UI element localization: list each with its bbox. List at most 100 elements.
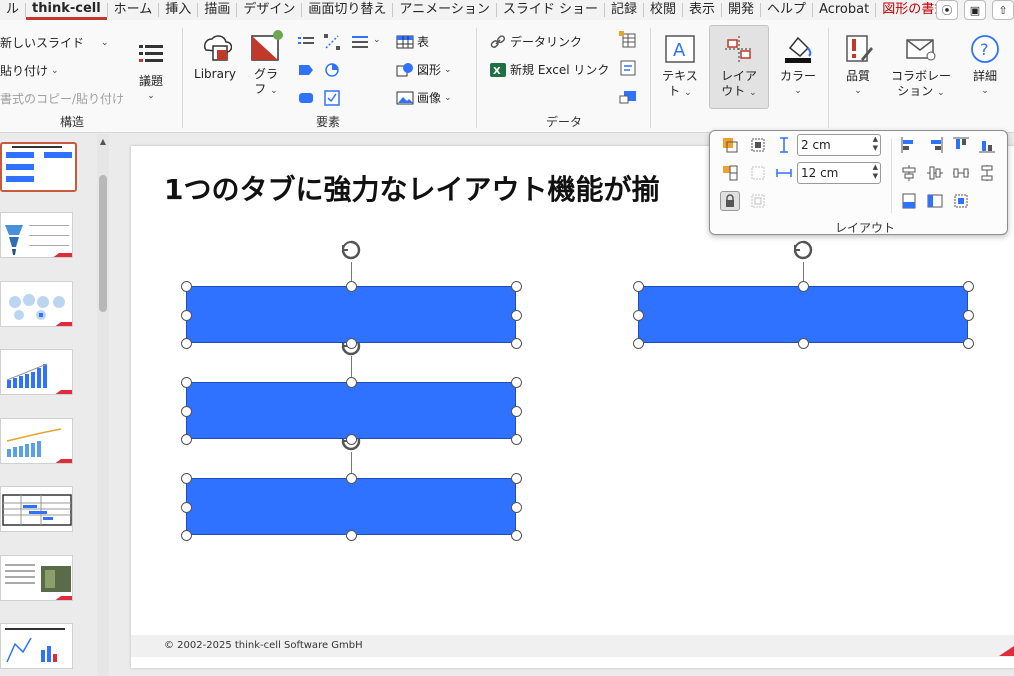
blue-rectangle-shape[interactable] [186,382,516,439]
resize-handle[interactable] [181,338,192,349]
blue-rectangle-shape[interactable] [638,286,968,343]
new-excel-link-button[interactable]: X 新規 Excel リンク [489,61,609,78]
tab-2[interactable]: ホーム [108,0,159,20]
tab-4[interactable]: 描画 [198,0,236,20]
copy-paste-format-button[interactable]: 書式のコピー/貼り付け [0,90,124,107]
align-center-vertical-icon[interactable] [925,163,945,183]
tab-5[interactable]: デザイン [237,0,301,20]
layout-button[interactable]: レイア ウト ⌄ [712,32,766,101]
tab-3[interactable]: 挿入 [159,0,197,20]
tab-6[interactable]: 画面切り替え [302,0,392,20]
spin-arrows-icon[interactable]: ▲ ▼ [873,135,878,153]
resize-handle[interactable] [181,530,192,541]
resize-handle[interactable] [181,309,192,321]
thumbnail-scrollbar-thumb[interactable] [99,175,107,312]
slide-thumbnail[interactable] [0,418,73,464]
align-top-icon[interactable] [951,135,971,155]
resize-handle[interactable] [511,434,522,445]
library-button[interactable]: Library [190,30,240,82]
resize-handle[interactable] [181,434,192,445]
resize-handle[interactable] [511,338,522,349]
color-button[interactable]: カラー ⌄ [774,32,822,99]
tab-9[interactable]: 記録 [605,0,643,20]
align-center-horizontal-icon[interactable] [899,163,919,183]
data-link-button[interactable]: データリンク [489,33,582,50]
resize-handle[interactable] [511,501,522,513]
resize-handle[interactable] [181,377,192,388]
table-button[interactable]: 表 [396,33,429,50]
resize-handle[interactable] [963,281,974,292]
resize-handle[interactable] [346,473,357,484]
agenda-button[interactable]: 議題 ⌄ [133,37,169,104]
align-right-icon[interactable] [925,135,945,155]
slide-thumbnail[interactable] [0,486,73,532]
group-disabled-icon[interactable] [748,191,768,211]
resize-handle[interactable] [963,338,974,349]
fit-to-content-icon[interactable] [748,135,768,155]
new-slide-button[interactable]: 新しいスライド ⌄ [0,34,109,51]
resize-handle[interactable] [346,530,357,541]
resize-handle[interactable] [798,338,809,349]
checkbox-icon[interactable] [322,88,342,108]
slide-thumbnail[interactable] [0,281,73,327]
resize-handle[interactable] [346,434,357,445]
resize-disabled-icon[interactable] [748,163,768,183]
tab-14[interactable]: Acrobat [813,0,875,20]
tab-7[interactable]: アニメーション [393,0,495,20]
resize-handle[interactable] [633,281,644,292]
lock-icon[interactable] [720,191,740,211]
fit-all-icon[interactable] [951,191,971,211]
slide-thumbnail[interactable] [0,212,73,258]
tab-11[interactable]: 表示 [683,0,721,20]
record-icon[interactable]: ⦿ [936,0,958,20]
slide-title[interactable]: 1つのタブに強力なレイアウト機能が揃 [164,168,660,208]
resize-handle[interactable] [511,377,522,388]
blue-rectangle-shape[interactable] [186,286,516,343]
spin-arrows-icon[interactable]: ▲ ▼ [873,163,878,181]
stretch-width-icon[interactable] [925,191,945,211]
data-sheet-icon[interactable] [618,30,638,50]
details-button[interactable]: ? 詳細 ⌄ [962,32,1008,99]
harvey-ball-icon[interactable] [322,60,342,80]
graph-button[interactable]: グラ フ ⌄ [246,30,286,99]
resize-handle[interactable] [181,501,192,513]
text-button[interactable]: A テキス ト ⌄ [656,32,704,101]
rounded-rect-icon[interactable] [296,88,316,108]
resize-handle[interactable] [511,530,522,541]
slide-thumbnail[interactable] [0,349,73,395]
data-refresh-icon[interactable] [618,58,638,78]
same-size-icon[interactable] [720,135,740,155]
distribute-horizontal-icon[interactable] [951,163,971,183]
resize-handle[interactable] [511,281,522,292]
present-icon[interactable]: ▣ [964,0,986,20]
resize-handle[interactable] [511,473,522,484]
connector-icon[interactable] [322,32,342,52]
match-shape-icon[interactable] [720,163,740,183]
resize-handle[interactable] [511,309,522,321]
resize-handle[interactable] [181,405,192,417]
tab-10[interactable]: 校閲 [644,0,682,20]
tab-13[interactable]: ヘルプ [761,0,812,20]
resize-handle[interactable] [346,377,357,388]
quality-button[interactable]: 品質 ⌄ [836,32,880,99]
resize-handle[interactable] [511,405,522,417]
scroll-up-icon[interactable]: ▲ [97,137,109,146]
tab-1[interactable]: think-cell [26,0,107,20]
align-bottom-icon[interactable] [977,135,997,155]
shape-button[interactable]: 図形 ⌄ [396,61,452,78]
share-icon[interactable]: ⇧ [992,0,1014,20]
slide-thumbnail[interactable] [0,623,73,669]
rotate-handle-icon[interactable] [792,239,814,261]
list-icon[interactable] [350,32,370,52]
tab-8[interactable]: スライド ショー [497,0,604,20]
resize-handle[interactable] [181,473,192,484]
slide-thumbnail[interactable] [0,555,73,601]
resize-handle[interactable] [633,309,644,321]
image-button[interactable]: 画像 ⌄ [396,89,452,106]
resize-handle[interactable] [181,281,192,292]
blue-rectangle-shape[interactable] [186,478,516,535]
text-box-icon[interactable] [296,32,316,52]
stretch-height-icon[interactable] [899,191,919,211]
slide-thumbnail[interactable] [0,142,77,192]
paste-button[interactable]: 貼り付け ⌄ [0,62,59,79]
